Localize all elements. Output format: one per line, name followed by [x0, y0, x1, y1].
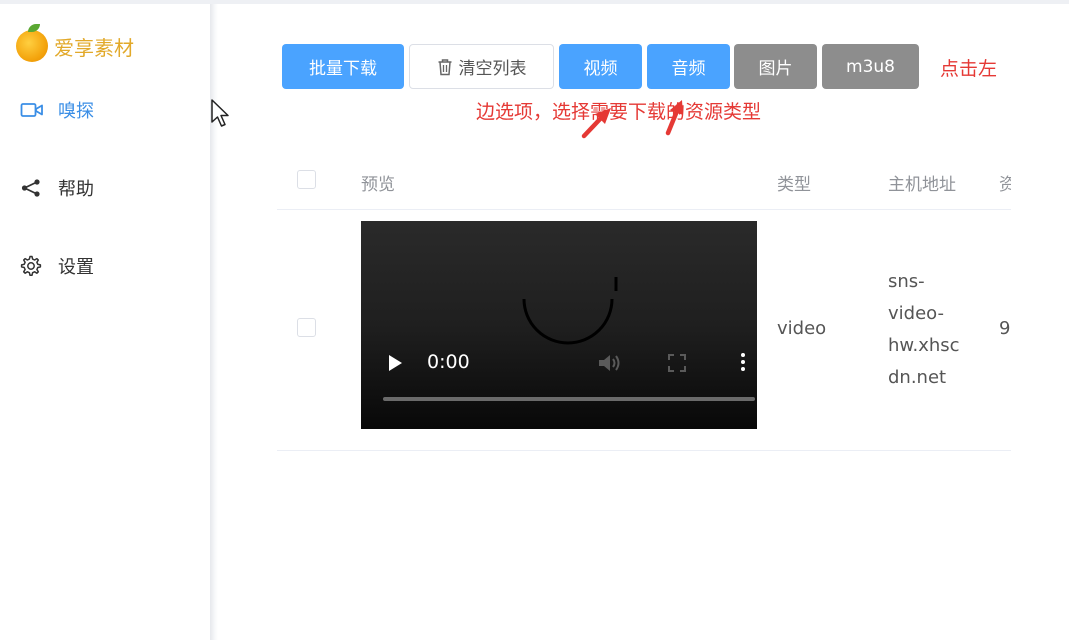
host-line: dn.net — [888, 367, 947, 388]
sidebar-item-help[interactable]: 帮助 — [20, 175, 94, 201]
sidebar-item-label: 帮助 — [58, 179, 94, 200]
annotation-text-1: 点击左 — [940, 58, 998, 80]
table-row: 0:00 video sns- video- hw.xhsc dn.net 9 — [277, 210, 1011, 451]
clear-list-button[interactable]: 清空列表 — [409, 44, 554, 89]
filter-image-button[interactable]: 图片 — [734, 44, 817, 89]
column-header-size: 资 — [999, 175, 1011, 195]
share-icon — [20, 177, 46, 199]
column-header-host: 主机地址 — [888, 175, 956, 195]
orange-logo-icon — [16, 24, 48, 62]
column-header-type: 类型 — [777, 175, 811, 195]
video-time: 0:00 — [427, 351, 470, 373]
video-camera-icon — [20, 99, 46, 121]
volume-icon[interactable] — [597, 351, 623, 375]
cell-type: video — [777, 318, 827, 339]
filter-m3u8-button[interactable]: m3u8 — [822, 44, 919, 89]
clear-list-label: 清空列表 — [458, 59, 527, 79]
app-name: 爱享素材 — [54, 35, 134, 60]
host-line: video- — [888, 303, 944, 324]
mouse-cursor-icon — [211, 99, 229, 127]
fullscreen-icon[interactable] — [667, 353, 687, 373]
more-options-icon[interactable] — [741, 353, 745, 374]
sidebar-item-sniff[interactable]: 嗅探 — [20, 97, 94, 123]
sidebar: 爱享素材 嗅探 帮助 设置 — [0, 4, 210, 640]
trash-icon — [438, 58, 451, 75]
sidebar-item-label: 嗅探 — [58, 101, 94, 122]
red-arrow-icon — [665, 100, 683, 136]
video-progress-bar[interactable] — [383, 397, 755, 401]
annotation-text-2: 边选项，选择需要下载的资源类型 — [476, 101, 762, 123]
play-icon[interactable] — [389, 355, 402, 371]
video-preview-player[interactable]: 0:00 — [361, 221, 757, 429]
filter-audio-button[interactable]: 音频 — [647, 44, 730, 89]
loading-spinner-icon — [522, 277, 618, 345]
batch-download-button[interactable]: 批量下载 — [282, 44, 404, 89]
filter-video-button[interactable]: 视频 — [559, 44, 642, 89]
sidebar-item-label: 设置 — [58, 257, 94, 278]
table-header: 预览 类型 主机地址 资 — [277, 150, 1011, 210]
app-logo: 爱享素材 — [16, 24, 134, 62]
gear-icon — [20, 255, 46, 277]
cell-host: sns- video- hw.xhsc dn.net — [888, 266, 978, 394]
host-line: sns- — [888, 271, 925, 292]
cell-size: 9 — [999, 318, 1011, 339]
red-arrow-icon — [581, 108, 611, 139]
row-checkbox[interactable] — [297, 318, 316, 337]
sidebar-item-settings[interactable]: 设置 — [20, 253, 94, 279]
column-header-preview: 预览 — [361, 175, 395, 195]
select-all-checkbox[interactable] — [297, 170, 316, 189]
host-line: hw.xhsc — [888, 335, 960, 356]
